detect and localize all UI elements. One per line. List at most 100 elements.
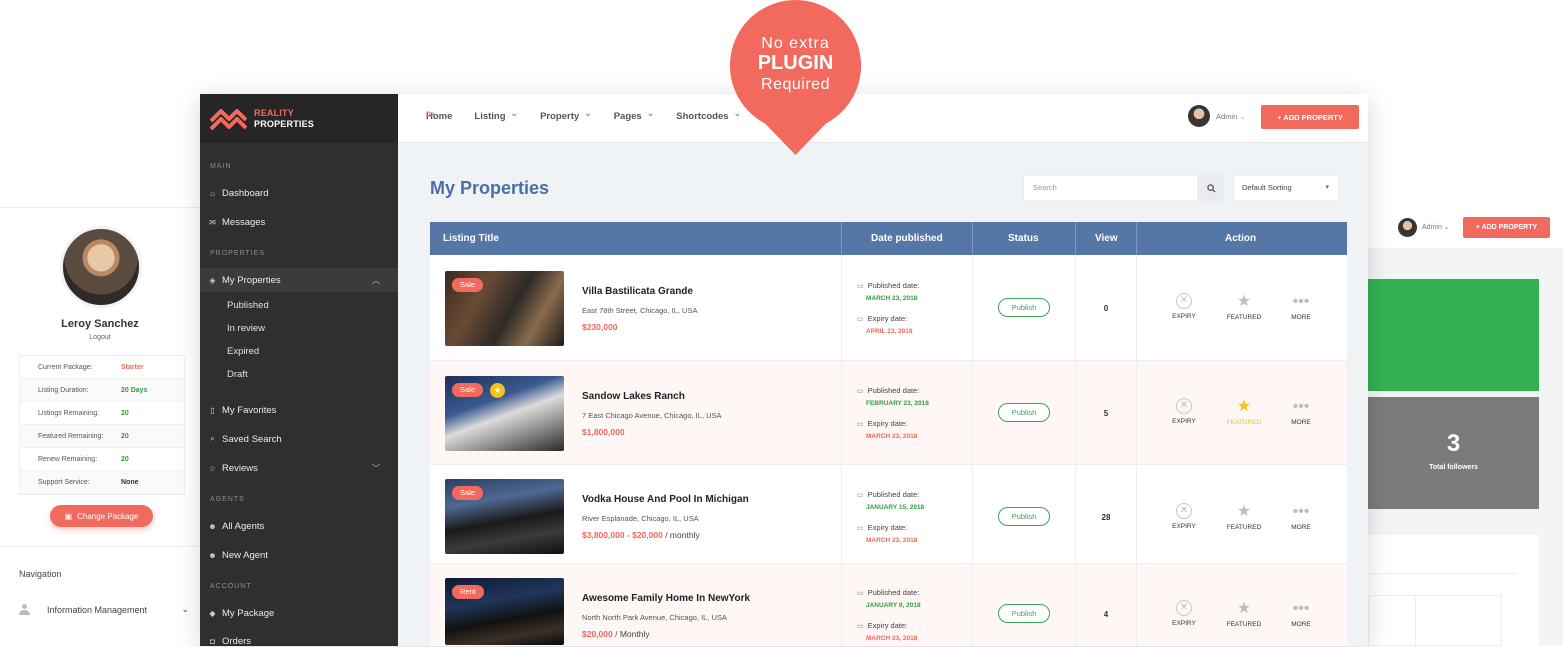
table-row: Sale Villa Bastilicata Grande East 78th … — [430, 255, 1347, 361]
more-icon: ••• — [1292, 600, 1310, 617]
mail-icon: ✉ — [209, 217, 216, 227]
logout-link[interactable]: Logout — [0, 334, 200, 341]
sidebar-item-reviews[interactable]: ☆ Reviews ﹀ — [200, 456, 398, 480]
promo-line-1: No extra — [761, 35, 830, 52]
dashboard-panel: Admin ⌄ + ADD PROPERTY 3 Total followers — [1368, 207, 1563, 647]
chevron-down-icon: ⌄ — [181, 604, 189, 614]
admin-menu[interactable]: Admin — [1216, 112, 1246, 121]
sale-tag: Sale — [452, 486, 484, 500]
menu-item-dashboard[interactable]: Da — [426, 111, 470, 118]
property-price: $1,800,000 — [582, 427, 625, 437]
expiry-date-label: Expiry date: — [857, 523, 908, 532]
close-icon: ✕ — [1176, 398, 1192, 414]
logo[interactable]: REALITY PROPERTIES — [200, 94, 398, 143]
admin-avatar[interactable] — [1398, 218, 1417, 237]
col-status[interactable]: Status — [1008, 222, 1039, 255]
package-row: Renew Remaining: 20 — [20, 448, 184, 471]
menu-item-pages[interactable]: Pages — [614, 111, 655, 122]
add-property-button[interactable]: + ADD PROPERTY — [1261, 105, 1359, 129]
sidebar-item-saved-search[interactable]: ⌕ Saved Search — [200, 427, 398, 451]
published-date-label: Published date: — [857, 386, 920, 395]
menu-item-property[interactable]: Property — [540, 111, 592, 122]
search-button[interactable] — [1198, 175, 1224, 201]
search-input[interactable]: Search — [1023, 175, 1198, 201]
col-date-published[interactable]: Date published — [871, 222, 943, 255]
status-badge[interactable]: Publish — [998, 507, 1050, 526]
status-badge[interactable]: Publish — [998, 298, 1050, 317]
home-icon: ⌂ — [210, 188, 215, 198]
more-action[interactable]: ••• MORE — [1279, 600, 1323, 628]
promo-line-3: Required — [761, 76, 830, 93]
section-account: ACCOUNT — [210, 583, 252, 590]
divider — [0, 546, 200, 547]
more-action[interactable]: ••• MORE — [1279, 398, 1323, 426]
table-row: Rent Awesome Family Home In NewYork Nort… — [430, 564, 1347, 646]
more-icon: ••• — [1292, 398, 1310, 415]
property-price: $20,000 / Monthly — [582, 629, 650, 639]
sidebar-item-my-favorites[interactable]: ▯ My Favorites — [200, 398, 398, 422]
sidebar-item-all-agents[interactable]: ☻ All Agents — [200, 514, 398, 538]
property-title[interactable]: Villa Bastilicata Grande — [582, 286, 693, 297]
admin-avatar[interactable] — [1188, 105, 1210, 127]
expiry-action[interactable]: ✕ EXPIRY — [1162, 398, 1206, 425]
property-title[interactable]: Vodka House And Pool In Michigan — [582, 494, 749, 505]
add-property-button[interactable]: + ADD PROPERTY — [1463, 217, 1550, 238]
property-address: East 78th Street, Chicago, IL, USA — [582, 306, 698, 315]
sidebar: REALITY PROPERTIES MAIN ⌂ Dashboard ✉ Mess… — [200, 94, 398, 646]
sidebar-item-my-package[interactable]: ◆ My Package — [200, 601, 398, 625]
avatar[interactable] — [60, 226, 142, 308]
sort-select[interactable]: Default Sorting — [1233, 175, 1339, 201]
menu-item-listing[interactable]: Listing — [474, 111, 518, 122]
profile-name: Leroy Sanchez — [61, 318, 139, 330]
featured-action[interactable]: ★ FEATURED — [1222, 600, 1266, 628]
star-icon: ☆ — [208, 463, 217, 473]
cart-icon: ▣ — [64, 511, 73, 521]
sidebar-subitem-in-review[interactable]: In review — [227, 323, 265, 334]
property-title[interactable]: Sandow Lakes Ranch — [582, 391, 685, 402]
sidebar-item-dashboard[interactable]: ⌂ Dashboard — [200, 181, 398, 205]
change-package-button[interactable]: ▣ Change Package — [50, 505, 153, 527]
published-date-label: Published date: — [857, 490, 920, 499]
sidebar-subitem-published[interactable]: Published — [227, 300, 269, 311]
property-thumbnail[interactable]: Sale — [445, 479, 564, 554]
search-icon — [1206, 183, 1216, 193]
col-action[interactable]: Action — [1225, 222, 1256, 255]
sidebar-item-orders[interactable]: ◘ Orders — [200, 629, 398, 647]
admin-menu[interactable]: Admin ⌄ — [1422, 223, 1450, 231]
status-badge[interactable]: Publish — [998, 604, 1050, 623]
star-icon: ★ — [1236, 398, 1252, 415]
property-thumbnail[interactable]: Sale — [445, 271, 564, 346]
view-count: 0 — [1103, 304, 1109, 313]
expiry-action[interactable]: ✕ EXPIRY — [1162, 293, 1206, 320]
nav-item-information-management[interactable]: Information Management ⌄ — [19, 604, 189, 615]
col-view[interactable]: View — [1095, 222, 1118, 255]
more-icon: ••• — [1292, 503, 1310, 520]
expiry-date-label: Expiry date: — [857, 419, 908, 428]
expiry-action[interactable]: ✕ EXPIRY — [1162, 600, 1206, 627]
property-title[interactable]: Awesome Family Home In NewYork — [582, 593, 750, 604]
sidebar-subitem-expired[interactable]: Expired — [227, 346, 259, 357]
property-address: River Esplanade, Chicago, IL, USA — [582, 514, 699, 523]
featured-action[interactable]: ★ FEATURED — [1222, 293, 1266, 321]
more-action[interactable]: ••• MORE — [1279, 293, 1323, 321]
table-row: Sale ★ Sandow Lakes Ranch 7 East Chicago… — [430, 361, 1347, 465]
more-action[interactable]: ••• MORE — [1279, 503, 1323, 531]
col-listing-title[interactable]: Listing Title — [443, 222, 499, 255]
sidebar-item-new-agent[interactable]: ☻ New Agent — [200, 543, 398, 567]
layers-icon: ◈ — [209, 275, 216, 285]
status-badge[interactable]: Publish — [998, 403, 1050, 422]
package-row: Listing Duration: 20 Days — [20, 379, 184, 402]
featured-action[interactable]: ★ FEATURED — [1222, 398, 1266, 426]
sidebar-subitem-draft[interactable]: Draft — [227, 369, 248, 380]
chart-card — [1368, 535, 1539, 647]
sidebar-item-messages[interactable]: ✉ Messages — [200, 210, 398, 234]
close-icon: ✕ — [1176, 600, 1192, 616]
sidebar-item-my-properties[interactable]: ◈ My Properties ︿ — [200, 268, 398, 292]
featured-action[interactable]: ★ FEATURED — [1222, 503, 1266, 531]
sale-tag: Sale — [452, 278, 484, 292]
more-icon: ••• — [1292, 293, 1310, 310]
property-thumbnail[interactable]: Sale ★ — [445, 376, 564, 451]
user-plus-icon: ☻ — [208, 550, 217, 560]
expiry-action[interactable]: ✕ EXPIRY — [1162, 503, 1206, 530]
property-thumbnail[interactable]: Rent — [445, 578, 564, 645]
